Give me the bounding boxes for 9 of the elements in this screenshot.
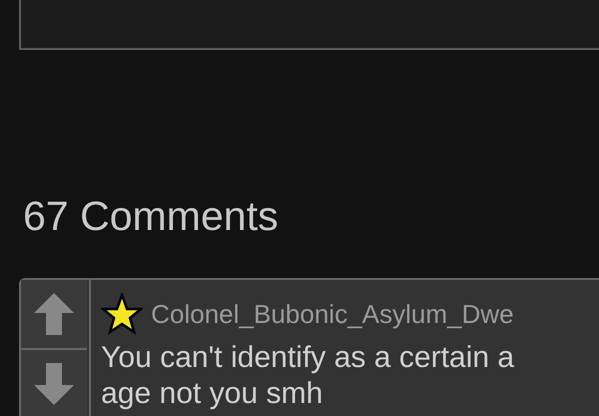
up-arrow-icon	[34, 293, 74, 335]
comment-text-line: age not you smh	[101, 376, 324, 412]
downvote-button[interactable]	[21, 350, 87, 416]
comment-text-line: You can't identify as a certain a	[101, 340, 514, 376]
upvote-button[interactable]	[21, 280, 87, 350]
comments-heading: 67 Comments	[23, 192, 280, 240]
username-link[interactable]: Colonel_Bubonic_Asylum_Dwe	[151, 298, 514, 330]
down-arrow-icon	[34, 363, 74, 405]
star-icon	[101, 293, 143, 335]
